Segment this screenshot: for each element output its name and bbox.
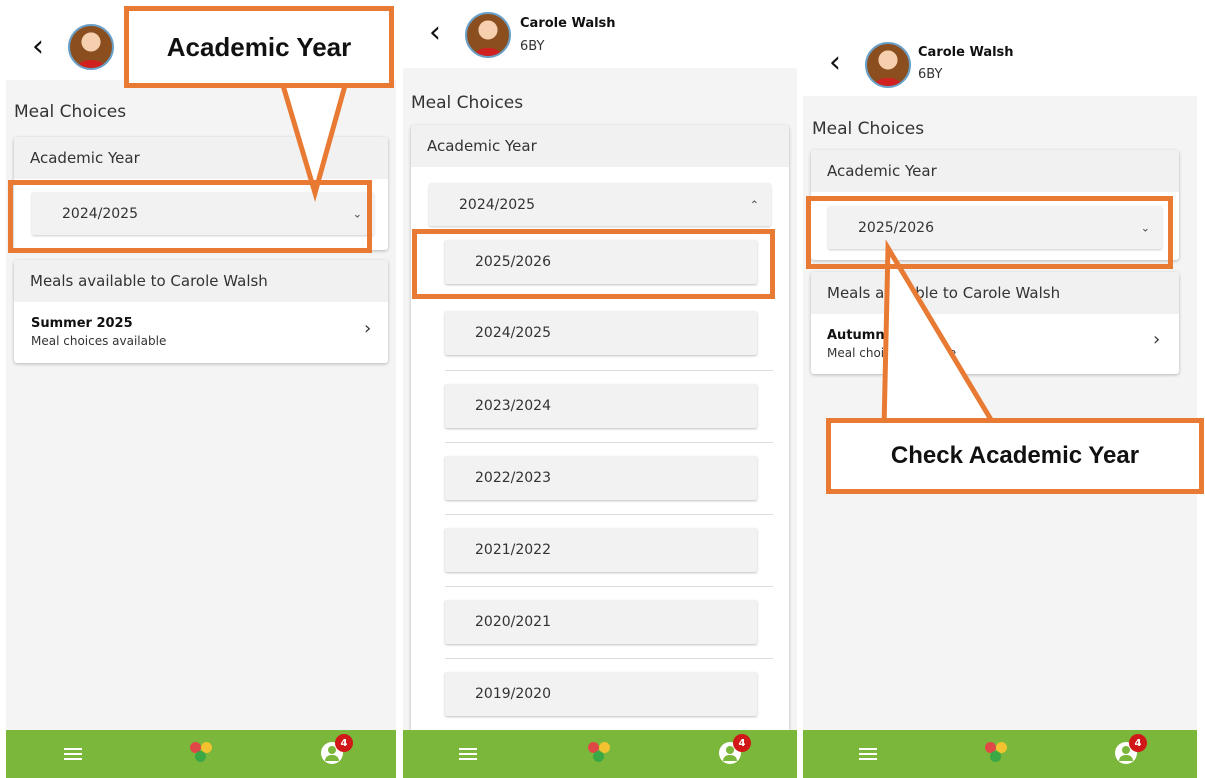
meal-subtitle: Meal choices available	[31, 334, 167, 348]
hamburger-icon[interactable]	[64, 748, 82, 760]
highlight-selected-year	[8, 180, 372, 253]
year-option[interactable]: 2019/2020	[445, 672, 757, 716]
meals-heading-part-1: Meals av	[827, 284, 894, 302]
chevron-right-icon: ›	[364, 318, 372, 339]
year-option[interactable]: 2020/2021	[445, 600, 757, 644]
academic-year-heading: Academic Year	[411, 125, 789, 167]
divider	[445, 514, 773, 515]
avatar	[865, 42, 911, 88]
callout-academic-year: Academic Year	[124, 6, 394, 88]
meal-title: Autumn 2	[827, 328, 899, 343]
divider	[445, 658, 773, 659]
academic-year-heading: Academic Year	[811, 150, 1179, 192]
meal-subtitle-part-1: Meal choic	[827, 346, 891, 360]
academic-year-select[interactable]: 2024/2025 ⌃	[429, 183, 771, 226]
page-title: Meal Choices	[411, 93, 524, 113]
meals-heading: Meals av ble to Carole Walsh	[811, 272, 1179, 314]
student-name: Carole Walsh	[918, 45, 1014, 60]
highlight-selected-year	[806, 196, 1173, 269]
meal-subtitle: Meal choic e	[827, 346, 956, 360]
back-chevron-left-icon[interactable]: ‹	[429, 18, 441, 48]
meals-card: Meals av ble to Carole Walsh Autumn 2 Mea…	[811, 272, 1179, 374]
student-name: Carole Walsh	[520, 16, 616, 31]
avatar	[68, 24, 114, 70]
notification-badge: 4	[1129, 734, 1147, 752]
screen-panel-3: ‹ Carole Walsh 6BY Meal Choices Academic…	[803, 0, 1197, 778]
bottom-nav: 4	[403, 730, 797, 778]
year-option[interactable]: 2022/2023	[445, 456, 757, 500]
selected-year: 2024/2025	[459, 196, 535, 213]
page-title: Meal Choices	[812, 119, 925, 139]
user-icon[interactable]: 4	[719, 734, 751, 764]
year-option[interactable]: 2023/2024	[445, 384, 757, 428]
hamburger-icon[interactable]	[859, 748, 877, 760]
app-logo-icon[interactable]	[190, 742, 212, 764]
bottom-nav: 4	[803, 730, 1197, 778]
chevron-right-icon: ›	[1153, 329, 1161, 350]
notification-badge: 4	[733, 734, 751, 752]
back-chevron-left-icon[interactable]: ‹	[829, 48, 841, 78]
year-option[interactable]: 2024/2025	[445, 311, 757, 355]
app-logo-icon[interactable]	[985, 742, 1007, 764]
meals-card: Meals available to Carole Walsh Summer 2…	[14, 260, 388, 363]
page-title: Meal Choices	[14, 102, 127, 122]
notification-badge: 4	[335, 734, 353, 752]
screen-panel-1: ‹ Meal Choices Academic Year 2024/2025 ⌄…	[6, 0, 396, 778]
meals-heading: Meals available to Carole Walsh	[14, 260, 388, 302]
divider	[445, 586, 773, 587]
back-chevron-left-icon[interactable]: ‹	[32, 32, 44, 62]
meal-title: Summer 2025	[31, 316, 133, 331]
screen-panel-2: ‹ Carole Walsh 6BY Meal Choices Academic…	[403, 0, 797, 778]
highlight-year-option	[412, 229, 775, 299]
academic-year-heading: Academic Year	[14, 137, 388, 179]
student-class: 6BY	[520, 39, 545, 54]
header: ‹ Carole Walsh 6BY	[403, 0, 797, 68]
user-icon[interactable]: 4	[1115, 734, 1147, 764]
divider	[445, 370, 773, 371]
callout-check-academic-year: Check Academic Year	[826, 418, 1204, 494]
year-option[interactable]: 2021/2022	[445, 528, 757, 572]
header: ‹ Carole Walsh 6BY	[803, 0, 1197, 96]
avatar	[465, 12, 511, 58]
student-class: 6BY	[918, 67, 943, 82]
hamburger-icon[interactable]	[459, 748, 477, 760]
app-logo-icon[interactable]	[588, 742, 610, 764]
meals-heading-part-2: ble to Carole Walsh	[915, 284, 1061, 302]
divider	[445, 442, 773, 443]
bottom-nav: 4	[6, 730, 396, 778]
meal-subtitle-part-2: e	[948, 346, 957, 360]
user-icon[interactable]: 4	[321, 734, 353, 764]
chevron-up-icon: ⌃	[749, 198, 759, 211]
